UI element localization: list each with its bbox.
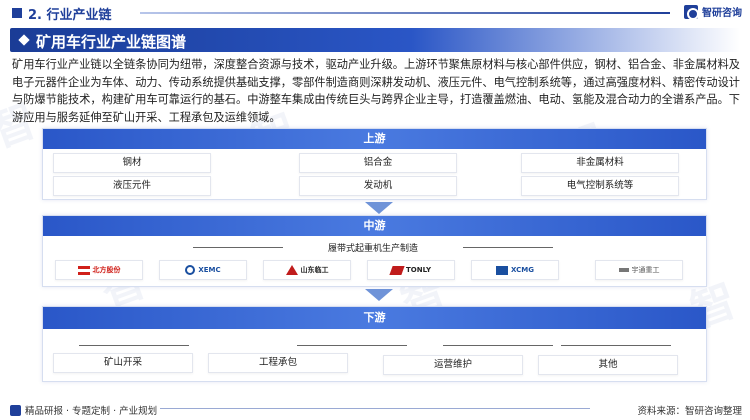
page-title-bar: 矿用车行业产业链图谱 — [10, 28, 740, 52]
upstream-item: 钢材 — [53, 153, 211, 173]
xemc-logo-icon — [185, 265, 196, 275]
intro-paragraph: 矿用车行业产业链以全链条协同为纽带，深度整合资源与技术，驱动产业升级。上游环节聚… — [12, 58, 740, 124]
page-title: 矿用车行业产业链图谱 — [36, 33, 187, 51]
downstream-item: 运营维护 — [383, 355, 523, 375]
upstream-item: 非金属材料 — [521, 153, 679, 173]
footer-divider — [160, 408, 590, 409]
company-logo-tonly: TONLY — [367, 260, 455, 280]
footer-left-text: 精品研报 · 专题定制 · 产业规划 — [25, 406, 158, 417]
midstream-header: 中游 — [43, 216, 706, 236]
downstream-item: 工程承包 — [208, 353, 348, 373]
yutong-logo-icon — [618, 268, 629, 272]
brand-name: 智研咨询 — [702, 8, 742, 19]
xcmg-logo-icon — [496, 265, 508, 275]
company-logo-yutong: 宇通重工 — [595, 260, 683, 280]
section-title: 2. 行业产业链 — [28, 8, 112, 23]
company-logo-xcmg: XCMG — [471, 260, 559, 280]
sublabel-line — [463, 247, 553, 248]
downstream-line — [79, 345, 189, 346]
top-header: 2. 行业产业链 智研咨询 — [0, 0, 750, 26]
footer: 精品研报 · 专题定制 · 产业规划 资料来源：智研咨询整理 — [0, 397, 750, 420]
upstream-item: 电气控制系统等 — [521, 176, 679, 196]
upstream-header: 上游 — [43, 129, 706, 149]
downstream-line — [561, 345, 671, 346]
footer-logo-icon — [10, 404, 21, 416]
midstream-panel: 中游 履带式起重机生产制造 北方股份 XEMC 山东临工 TONLY XCMG … — [42, 215, 707, 287]
upstream-panel: 上游 钢材 铝合金 非金属材料 液压元件 发动机 电气控制系统等 — [42, 128, 707, 200]
brand: 智研咨询 — [684, 4, 742, 20]
downstream-header: 下游 — [43, 307, 706, 329]
tonly-logo-icon — [389, 265, 405, 275]
company-logo-beifang: 北方股份 — [55, 260, 143, 280]
beifang-logo-icon — [77, 265, 90, 275]
sublabel-line — [193, 247, 283, 248]
downstream-item: 其他 — [538, 355, 678, 375]
lingong-logo-icon — [285, 265, 298, 275]
upstream-item: 铝合金 — [299, 153, 457, 173]
header-divider — [140, 12, 670, 14]
upstream-item: 发动机 — [299, 176, 457, 196]
arrow-down-icon — [365, 202, 393, 214]
downstream-line — [443, 345, 553, 346]
downstream-panel: 下游 矿山开采 工程承包 运营维护 其他 — [42, 306, 707, 382]
midstream-sublabel: 履带式起重机生产制造 — [327, 244, 418, 254]
footer-source: 资料来源：智研咨询整理 — [637, 406, 742, 417]
company-logo-xemc: XEMC — [159, 260, 247, 280]
upstream-item: 液压元件 — [53, 176, 211, 196]
diamond-icon — [18, 34, 30, 46]
brand-logo-icon — [684, 4, 699, 20]
downstream-item: 矿山开采 — [53, 353, 193, 373]
footer-left: 精品研报 · 专题定制 · 产业规划 — [10, 403, 157, 417]
downstream-line — [297, 345, 407, 346]
arrow-down-icon — [365, 289, 393, 301]
section-marker-icon — [12, 8, 22, 18]
company-logo-shandong-lingong: 山东临工 — [263, 260, 351, 280]
